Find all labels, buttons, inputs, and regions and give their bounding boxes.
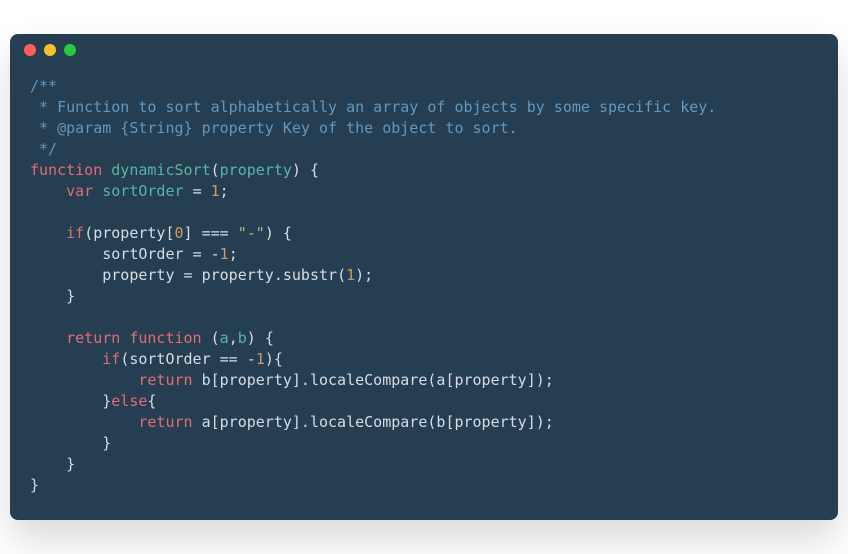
code-token: === [202,224,229,242]
code-token: } [102,392,111,410]
code-token: property [454,413,526,431]
code-token: sortOrder [102,182,183,200]
code-token: return [138,371,192,389]
code-token: sortOrder [129,350,210,368]
code-token: ){ [265,350,283,368]
code-token: ( [211,329,220,347]
code-token: ( [211,161,220,179]
code-token: property [102,266,174,284]
code-token: * Function to sort alphabetically an arr… [30,98,716,116]
code-token: ]. [292,413,310,431]
code-token: } [66,287,75,305]
code-token: ( [337,266,346,284]
code-token: [ [165,224,174,242]
code-token: ) [247,329,256,347]
code-token: property [454,371,526,389]
code-token: = [184,266,193,284]
close-icon[interactable] [24,44,36,56]
code-token: ; [220,182,229,200]
code-token: ) [265,224,274,242]
code-token: - [211,245,220,263]
code-token: ]); [527,371,554,389]
maximize-icon[interactable] [64,44,76,56]
code-token: function [129,329,201,347]
window-titlebar [10,34,838,66]
code-token: ; [229,245,238,263]
code-token: 1 [211,182,220,200]
code-token: substr [283,266,337,284]
code-token: if [66,224,84,242]
code-token: ( [120,350,129,368]
code-token: = [193,245,202,263]
code-window: /** * Function to sort alphabetically an… [10,34,838,520]
code-token: b [238,329,247,347]
code-token: "-" [238,224,265,242]
code-token: } [30,476,39,494]
code-token: if [102,350,120,368]
code-token: , [229,329,238,347]
code-token: ]. [292,371,310,389]
code-block[interactable]: /** * Function to sort alphabetically an… [10,66,838,520]
code-token: } [66,455,75,473]
code-token: localeCompare [310,371,427,389]
code-token: property [220,413,292,431]
code-token: var [66,182,93,200]
code-token: } [102,434,111,452]
code-token: = [193,182,202,200]
code-token: a [220,329,229,347]
code-token: */ [30,140,57,158]
code-token: [ [211,413,220,431]
minimize-icon[interactable] [44,44,56,56]
code-token: ]); [527,413,554,431]
code-token: dynamicSort [111,161,210,179]
code-token: - [247,350,256,368]
code-token: property [220,161,292,179]
code-token: /** [30,77,57,95]
code-token: * @param {String} property Key of the ob… [30,119,518,137]
code-token: 1 [256,350,265,368]
code-token: b [202,371,211,389]
code-token: property [202,266,274,284]
code-token: ) [292,161,301,179]
code-token: ] [184,224,193,242]
code-token: function [30,161,102,179]
code-token: { [147,392,156,410]
code-token: property [93,224,165,242]
code-token: else [111,392,147,410]
code-token: . [274,266,283,284]
code-token: [ [211,371,220,389]
code-token: a [202,413,211,431]
code-token: == [220,350,238,368]
code-token: { [265,329,274,347]
code-token: { [310,161,319,179]
code-token: { [283,224,292,242]
code-token: 1 [220,245,229,263]
code-token: return [138,413,192,431]
code-token: ); [355,266,373,284]
code-token: 1 [346,266,355,284]
code-token: 0 [175,224,184,242]
code-token: return [66,329,120,347]
code-token: sortOrder [102,245,183,263]
code-token: localeCompare [310,413,427,431]
code-token: ( [84,224,93,242]
code-token: property [220,371,292,389]
